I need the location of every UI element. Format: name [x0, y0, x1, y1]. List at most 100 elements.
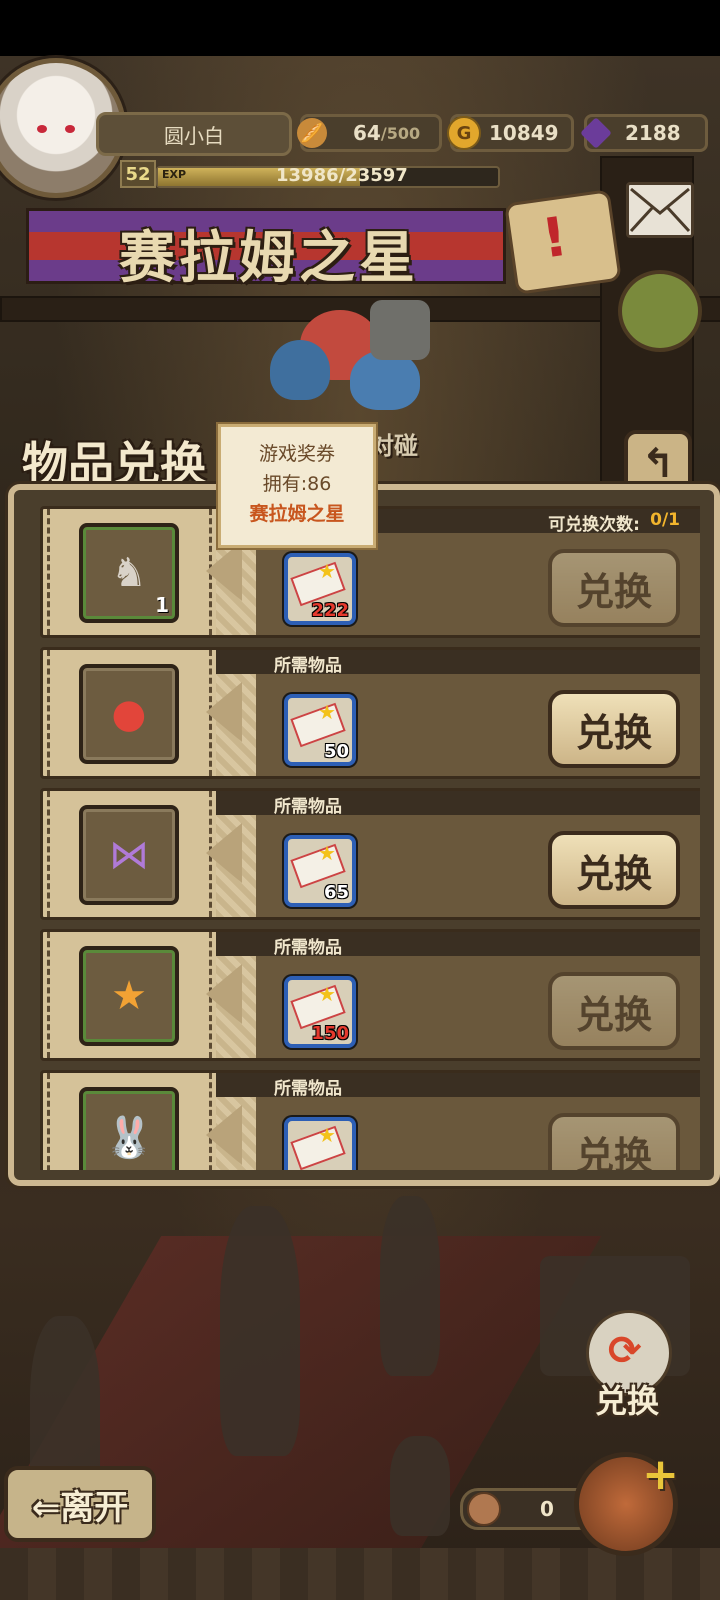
- gem-counter[interactable]: 2188: [580, 114, 708, 152]
- required-items-label: 所需物品: [274, 797, 342, 817]
- row-body: 所需物品 ★ 50 兑换: [206, 647, 700, 779]
- row-body: 所需物品 ★ 65 兑换: [206, 788, 700, 920]
- ticket-cost[interactable]: ★ 65: [284, 835, 356, 907]
- plus-icon: +: [642, 1449, 679, 1500]
- bread-value: 64: [353, 121, 381, 145]
- item-slot[interactable]: ●: [79, 664, 179, 764]
- bread-max: /500: [380, 123, 421, 143]
- item-slot[interactable]: ★: [79, 946, 179, 1046]
- bread-counter[interactable]: 🥖 64/500: [297, 114, 442, 152]
- exclamation-icon: !: [538, 204, 572, 271]
- row-body: 所需物品 ★ 150 兑换: [206, 929, 700, 1061]
- exchange-count-label: 可兑换次数:: [548, 515, 640, 535]
- exchange-button[interactable]: 兑换: [548, 1113, 680, 1170]
- exchange-row: ★ 所需物品 ★ 150 兑换: [40, 929, 700, 1061]
- row-arrow: [206, 1105, 242, 1165]
- player-name: 圆小白: [96, 112, 292, 156]
- item-slot[interactable]: ♞ 1: [79, 523, 179, 623]
- exp-text: 13986/23597: [276, 165, 408, 186]
- avatar-eye: [65, 125, 75, 133]
- leave-button[interactable]: ⇐离开: [4, 1466, 156, 1542]
- tooltip-source: 赛拉姆之星: [249, 503, 345, 525]
- item-card: ♞ 1: [40, 506, 222, 638]
- exchange-shop-button[interactable]: ⟳ 兑换: [572, 1310, 682, 1420]
- exchange-count-value: 0/1: [650, 510, 680, 530]
- card-border: [47, 932, 50, 1058]
- card-border: [47, 791, 50, 917]
- required-items-label: 所需物品: [274, 1079, 342, 1099]
- player-level: 52: [120, 160, 156, 188]
- npc-silhouette: [390, 1436, 450, 1536]
- row-arrow: [206, 541, 242, 601]
- item-card: 🐰: [40, 1070, 222, 1170]
- ticket-tooltip: 游戏奖券 拥有:86 赛拉姆之星: [218, 424, 376, 548]
- refresh-arrows-icon: ⟳: [608, 1328, 642, 1374]
- mail-button[interactable]: [626, 182, 694, 238]
- star-icon: ★: [318, 841, 336, 865]
- blue-monster: [270, 340, 330, 400]
- card-border: [47, 1073, 50, 1170]
- rainbow-bow-icon: ⋈: [109, 832, 149, 878]
- knight-figurine-icon: ♞: [111, 550, 147, 596]
- return-arrow-icon: ↰: [641, 441, 675, 487]
- npc-silhouette: [380, 1196, 440, 1376]
- star-icon: ★: [318, 700, 336, 724]
- gold-value: 10849: [489, 121, 559, 145]
- exchange-list[interactable]: ♞ 1 可兑换次数: 0/1 ★ 222 兑换 ● 所需物品 ★ 50 兑换 ⋈…: [28, 506, 700, 1170]
- npc-silhouette: [220, 1206, 300, 1456]
- ticket-cost-value: 50: [323, 741, 349, 762]
- monster-group: [270, 300, 450, 420]
- gold-coin-icon: G: [447, 116, 481, 150]
- row-arrow: [206, 823, 242, 883]
- star-icon: ★: [318, 559, 336, 583]
- required-items-label: 所需物品: [274, 938, 342, 958]
- bunny-icon: 🐰: [104, 1114, 154, 1161]
- exp-label: EXP: [162, 168, 187, 181]
- exchange-row: ● 所需物品 ★ 50 兑换: [40, 647, 700, 779]
- row-header: 所需物品: [216, 932, 700, 958]
- row-arrow: [206, 682, 242, 742]
- tooltip-owned: 拥有:86: [262, 473, 332, 495]
- quest-scroll-button[interactable]: !: [504, 189, 622, 295]
- item-card: ★: [40, 929, 222, 1061]
- stars-icon: ★: [111, 973, 147, 1019]
- event-banner: 赛拉姆之星: [26, 208, 506, 291]
- ticket-cost[interactable]: ★ 150: [284, 976, 356, 1048]
- item-slot[interactable]: 🐰: [79, 1087, 179, 1170]
- row-header: 所需物品: [216, 791, 700, 817]
- row-arrow: [206, 964, 242, 1024]
- gem-value: 2188: [625, 121, 681, 145]
- exchange-button[interactable]: 兑换: [548, 690, 680, 768]
- ticket-cost[interactable]: ★ 50: [284, 694, 356, 766]
- coin-icon: [467, 1492, 501, 1526]
- ticket-cost-value: 150: [311, 1023, 349, 1044]
- exchange-row: 🐰 所需物品 ★ 兑换: [40, 1070, 700, 1170]
- ticket-cost-value: 222: [311, 600, 349, 621]
- ticket-cost[interactable]: ★ 222: [284, 553, 356, 625]
- gold-counter[interactable]: G 10849: [447, 114, 574, 152]
- gem-icon: [580, 117, 612, 149]
- exp-bar: EXP 13986/23597: [156, 165, 500, 188]
- exchange-button[interactable]: 兑换: [548, 831, 680, 909]
- exchange-button[interactable]: 兑换: [548, 549, 680, 627]
- red-orb-icon: ●: [111, 691, 147, 737]
- ticket-cost[interactable]: ★: [284, 1117, 356, 1170]
- tooltip-item-name: 游戏奖券: [258, 443, 335, 465]
- row-body: 所需物品 ★ 兑换: [206, 1070, 700, 1170]
- exchange-row: ⋈ 所需物品 ★ 65 兑换: [40, 788, 700, 920]
- backpack-button[interactable]: [618, 270, 702, 352]
- bottom-strip: [0, 1548, 720, 1600]
- item-quantity: 1: [155, 593, 169, 617]
- rock: [370, 300, 430, 360]
- card-border: [47, 650, 50, 776]
- exchange-shop-label: 兑换: [594, 1382, 659, 1420]
- row-header: 所需物品: [216, 650, 700, 676]
- add-coin-button[interactable]: +: [574, 1449, 679, 1556]
- avatar-eye: [37, 125, 47, 133]
- background-label: 对碰: [370, 432, 418, 460]
- item-slot[interactable]: ⋈: [79, 805, 179, 905]
- star-icon: ★: [318, 1123, 336, 1147]
- bread-icon: 🥖: [297, 118, 327, 148]
- exchange-button[interactable]: 兑换: [548, 972, 680, 1050]
- star-icon: ★: [318, 982, 336, 1006]
